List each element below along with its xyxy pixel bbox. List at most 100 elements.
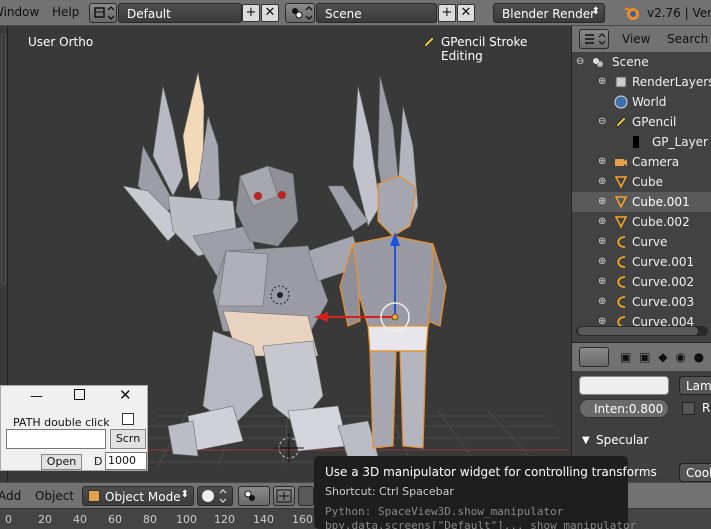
screen-layout-icon[interactable] — [89, 3, 117, 23]
d-label: D — [94, 455, 103, 468]
view-menu[interactable]: View — [622, 32, 650, 46]
specular-panel-title[interactable]: Specular — [596, 433, 648, 447]
scrn-button[interactable]: Scrn — [110, 429, 146, 449]
expand-icon[interactable]: ⊕ — [598, 317, 608, 327]
intensity-field[interactable]: Inten:0.800 — [579, 399, 669, 418]
search-menu[interactable]: Search — [667, 32, 708, 46]
add-screen-button[interactable]: + — [242, 4, 260, 22]
properties-header: ▣ ▣ ◆ ◉ ● — [572, 343, 711, 371]
camera-icon — [614, 155, 628, 169]
blender-logo-icon — [622, 3, 642, 26]
curve-icon — [614, 315, 628, 326]
editor-type-icon[interactable] — [579, 29, 609, 49]
pencil-icon — [614, 115, 628, 129]
outliner-row-renderlayers[interactable]: ⊕ RenderLayers — [572, 72, 711, 92]
menu-window[interactable]: Window — [0, 5, 39, 19]
translate-manipulator-button[interactable] — [298, 486, 314, 506]
scene-icon — [591, 55, 605, 69]
outliner-row-curve-003[interactable]: ⊕ Curve.003 — [572, 292, 711, 312]
path-input[interactable] — [6, 429, 106, 449]
viewport-shading-select[interactable] — [197, 486, 233, 506]
menu-object[interactable]: Object — [35, 489, 74, 503]
pivot-point-select[interactable] — [238, 486, 270, 506]
expand-icon[interactable]: ⊕ — [598, 277, 608, 287]
context-tabs-icons[interactable]: ▣ ▣ ◆ ◉ ● — [620, 350, 706, 364]
outliner-row-gp-layer[interactable]: GP_Layer — [572, 132, 711, 152]
info-header: Window Help Default + ✕ Scene + ✕ Blende… — [0, 0, 711, 26]
tooltip-python: Python: SpaceView3D.show_manipulator — [325, 505, 564, 518]
tooltip-shortcut: Shortcut: Ctrl Spacebar — [325, 485, 454, 498]
expand-icon[interactable]: ⊕ — [598, 217, 608, 227]
curve-icon — [614, 235, 628, 249]
outliner-row-curve-002[interactable]: ⊕ Curve.002 — [572, 272, 711, 292]
collapse-icon[interactable]: ⊖ — [598, 117, 608, 127]
outliner-row-cube-001[interactable]: ⊕ Cube.001 — [572, 192, 711, 212]
minimize-icon[interactable]: — — [30, 389, 43, 404]
collapse-icon[interactable]: ⊖ — [576, 57, 586, 67]
diffuse-shader-select[interactable]: Lamb — [679, 376, 711, 395]
version-stats: v2.76 | Verts — [647, 6, 711, 20]
path-label: PATH double click — [13, 416, 110, 429]
scene-icon[interactable] — [285, 3, 315, 23]
expand-icon[interactable]: ⊕ — [598, 257, 608, 267]
outliner-row-cube[interactable]: ⊕ Cube — [572, 172, 711, 192]
mesh-icon — [614, 195, 628, 209]
layer-swatch-icon — [630, 135, 644, 149]
outliner-row-curve[interactable]: ⊕ Curve — [572, 232, 711, 252]
render-engine-select[interactable]: Blender Render ⬍ — [493, 3, 605, 23]
blender-window: Window Help Default + ✕ Scene + ✕ Blende… — [0, 0, 711, 529]
screen-layout-select[interactable]: Default — [118, 3, 242, 23]
menu-add[interactable]: Add — [0, 489, 21, 503]
outliner-row-scene[interactable]: ⊖ Scene — [572, 52, 711, 72]
renderlayers-icon — [614, 75, 628, 89]
outliner-row-world[interactable]: World — [572, 92, 711, 112]
expand-icon[interactable]: ⊕ — [598, 197, 608, 207]
curve-icon — [614, 275, 628, 289]
outliner-panel: View Search ⊖ Scene ⊕ RenderLayers World… — [571, 26, 711, 342]
open-button[interactable]: Open — [41, 454, 82, 470]
expand-icon[interactable]: ⊕ — [598, 237, 608, 247]
world-icon — [614, 95, 628, 109]
menu-help[interactable]: Help — [52, 5, 79, 19]
manipulator-toggle-button[interactable] — [273, 486, 295, 506]
expand-icon[interactable]: ⊕ — [598, 77, 608, 87]
outliner-header: View Search — [572, 26, 711, 52]
path-checkbox[interactable] — [122, 413, 134, 425]
curve-icon — [614, 255, 628, 269]
outliner-scrollbar[interactable] — [576, 326, 708, 336]
manipulator-tooltip: Use a 3D manipulator widget for controll… — [314, 456, 657, 529]
expand-icon[interactable]: ⊕ — [598, 297, 608, 307]
d-value-field[interactable]: 1000 — [105, 452, 147, 470]
specular-shader-select[interactable]: Cook — [679, 463, 711, 482]
remove-scene-button[interactable]: ✕ — [457, 4, 475, 22]
tooltip-title: Use a 3D manipulator widget for controll… — [325, 465, 657, 479]
disclosure-triangle-icon[interactable]: ▼ — [582, 435, 590, 446]
outliner-row-gpencil[interactable]: ⊖ GPencil — [572, 112, 711, 132]
editor-type-icon[interactable] — [579, 347, 609, 367]
toolshelf-tab — [1, 34, 6, 284]
outliner-scroll-thumb[interactable] — [578, 327, 698, 335]
outliner-row-cube-002[interactable]: ⊕ Cube.002 — [572, 212, 711, 232]
scene-select[interactable]: Scene — [316, 3, 437, 23]
updown-arrows-icon: ⬍ — [180, 489, 189, 500]
interaction-mode-select[interactable]: Object Mode ⬍ — [82, 486, 194, 506]
expand-icon[interactable]: ⊕ — [598, 157, 608, 167]
cube-icon — [88, 490, 100, 502]
ramp-label: Ra — [702, 401, 711, 415]
curve-icon — [614, 295, 628, 309]
remove-screen-button[interactable]: ✕ — [261, 4, 279, 22]
expand-icon[interactable]: ⊕ — [598, 177, 608, 187]
add-scene-button[interactable]: + — [438, 4, 456, 22]
close-icon[interactable]: ✕ — [119, 386, 132, 404]
mesh-icon — [614, 175, 628, 189]
outliner-row-curve-004[interactable]: ⊕ Curve.004 — [572, 312, 711, 326]
outliner-row-camera[interactable]: ⊕ Camera — [572, 152, 711, 172]
maximize-icon[interactable] — [74, 389, 85, 400]
tooltip-python-path: bpy.data.screens["Default"]..._show_mani… — [325, 519, 637, 529]
material-color-swatch[interactable] — [579, 376, 669, 395]
ramp-checkbox[interactable] — [682, 402, 695, 415]
outliner-row-curve-001[interactable]: ⊕ Curve.001 — [572, 252, 711, 272]
updown-arrows-icon: ⬍ — [591, 6, 600, 17]
mesh-icon — [614, 215, 628, 229]
path-tool-window: — ✕ PATH double click Scrn Open D 1000 — [0, 385, 148, 471]
